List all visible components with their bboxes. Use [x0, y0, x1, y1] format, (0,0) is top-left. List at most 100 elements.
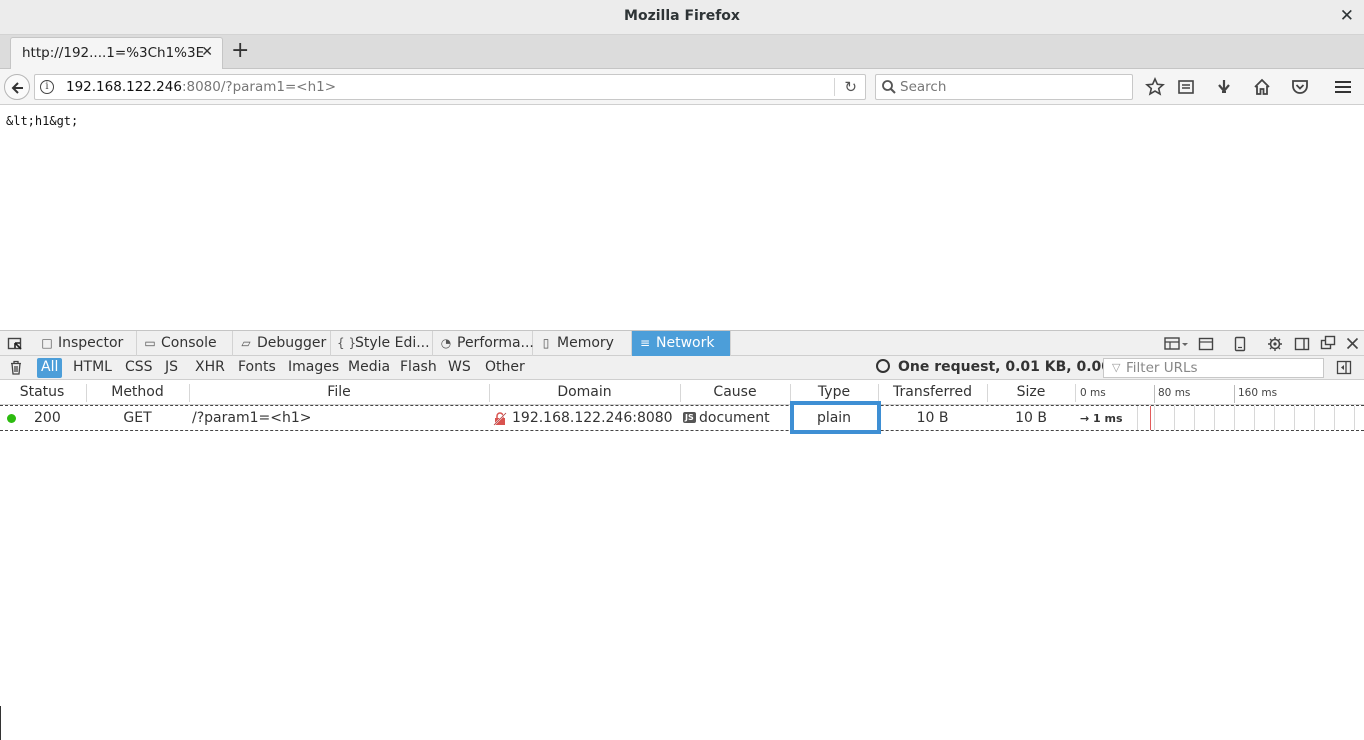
tab-label: Inspector [58, 335, 124, 351]
devtools-close-icon[interactable] [1346, 337, 1359, 350]
insecure-lock-icon [493, 412, 507, 426]
downloads-icon[interactable] [1214, 77, 1234, 97]
window-title: Mozilla Firefox [624, 8, 740, 24]
devtools-tab-inspector[interactable]: □ Inspector [34, 331, 137, 356]
cell-size: 10 B [1015, 410, 1047, 426]
cell-status: 200 [34, 410, 61, 426]
window-titlebar: Mozilla Firefox ✕ [0, 0, 1364, 35]
col-method[interactable]: Method [86, 384, 189, 400]
tab-label: Debugger [257, 335, 327, 351]
performance-icon: ◔ [440, 336, 452, 350]
frame-select-icon[interactable] [1164, 336, 1188, 352]
responsive-design-icon[interactable] [1232, 336, 1248, 352]
timing-grid-line [1354, 406, 1355, 430]
timeline-tick: 0 ms [1080, 387, 1106, 399]
filter-all[interactable]: All [37, 358, 63, 378]
url-separator [834, 78, 835, 96]
url-bar[interactable]: i 192.168.122.246:8080/?param1=<h1> ↻ [34, 74, 866, 100]
col-divider [1075, 384, 1076, 402]
timeline-tick: 160 ms [1238, 387, 1278, 399]
tab-close-icon[interactable]: ✕ [201, 44, 213, 60]
timing-grid-line [1314, 406, 1315, 430]
split-console-icon[interactable] [1198, 336, 1214, 352]
window-close-icon[interactable]: ✕ [1340, 6, 1354, 26]
nav-bar: i 192.168.122.246:8080/?param1=<h1> ↻ [0, 69, 1364, 105]
filter-js[interactable]: JS [161, 358, 182, 378]
filter-media[interactable]: Media [344, 358, 394, 378]
timing-grid-line [1294, 406, 1295, 430]
filter-urls-field[interactable]: ▽ [1103, 358, 1324, 378]
undock-window-icon[interactable] [1320, 335, 1336, 351]
tab-label: Style Edi... [355, 335, 430, 351]
col-type[interactable]: Type [790, 384, 878, 400]
col-domain[interactable]: Domain [489, 384, 680, 400]
memory-icon: ▯ [542, 336, 550, 350]
cell-method: GET [123, 410, 152, 426]
url-text[interactable]: 192.168.122.246:8080/?param1=<h1> [66, 79, 336, 95]
new-tab-icon[interactable]: + [231, 39, 249, 63]
filter-fonts[interactable]: Fonts [234, 358, 280, 378]
filter-funnel-icon: ▽ [1112, 361, 1121, 374]
home-icon[interactable] [1252, 77, 1272, 97]
devtools-tab-memory[interactable]: ▯ Memory [533, 331, 632, 356]
back-button[interactable] [4, 74, 30, 100]
browser-tab[interactable]: http://192....1=%3Ch1%3E ✕ [10, 37, 223, 69]
page-content: &lt;h1&gt; [0, 106, 1364, 330]
tab-title: http://192....1=%3Ch1%3E [22, 45, 205, 61]
tab-strip: http://192....1=%3Ch1%3E ✕ + [0, 35, 1364, 69]
filter-xhr[interactable]: XHR [191, 358, 229, 378]
filter-urls-input[interactable] [1126, 360, 1316, 376]
style-editor-icon: { } [337, 336, 357, 350]
clear-trash-icon[interactable] [9, 360, 23, 375]
filter-other[interactable]: Other [481, 358, 529, 378]
filter-html[interactable]: HTML [69, 358, 116, 378]
devtools-tab-console[interactable]: ▭ Console [137, 331, 233, 356]
search-input[interactable] [900, 78, 1120, 96]
filter-flash[interactable]: Flash [396, 358, 441, 378]
bookmark-star-icon[interactable] [1145, 77, 1165, 97]
devtools-toolbar: □ Inspector ▭ Console ▱ Debugger { }Style E… [0, 330, 1364, 356]
search-bar[interactable] [875, 74, 1133, 100]
filter-images[interactable]: Images [284, 358, 343, 378]
bookmarks-menu-icon[interactable] [1176, 77, 1196, 97]
devtools-tab-network[interactable]: ≡ Network [632, 331, 731, 356]
pocket-icon[interactable] [1290, 77, 1310, 97]
reload-icon[interactable]: ↻ [844, 78, 857, 96]
network-icon: ≡ [639, 336, 651, 350]
timing-grid-line [1254, 406, 1255, 430]
site-info-icon[interactable]: i [40, 80, 54, 94]
devtools-tab-debugger[interactable]: ▱ Debugger [233, 331, 331, 356]
timeline-tick-line [1234, 385, 1235, 403]
load-marker-line [1150, 406, 1151, 430]
element-picker-icon[interactable] [7, 336, 23, 352]
cell-cause: document [699, 410, 770, 426]
dock-side-icon[interactable] [1294, 336, 1310, 352]
tab-label: Console [161, 335, 217, 351]
devtools-tab-style-editor[interactable]: { }Style Edi... [331, 331, 433, 356]
timing-grid-line [1194, 406, 1195, 430]
reload-summary-icon[interactable] [876, 359, 890, 373]
inspector-icon: □ [41, 336, 53, 350]
col-size[interactable]: Size [987, 384, 1075, 400]
devtools-tab-performance[interactable]: ◔ Performa... [433, 331, 534, 356]
js-badge-icon: JS [683, 412, 696, 423]
timing-grid-line [1274, 406, 1275, 430]
table-row[interactable]: 200 GET /?param1=<h1> 192.168.122.246:80… [0, 401, 1364, 434]
page-body-text: &lt;h1&gt; [6, 114, 79, 128]
col-transferred[interactable]: Transferred [878, 384, 987, 400]
timeline-tick-line [1154, 385, 1155, 403]
col-cause[interactable]: Cause [680, 384, 790, 400]
hamburger-menu-icon[interactable] [1333, 77, 1353, 97]
timing-grid-line [1234, 406, 1235, 430]
window-edge [0, 706, 1, 740]
filter-ws[interactable]: WS [444, 358, 475, 378]
timing-grid-line [1154, 406, 1155, 430]
timing-grid-line [1137, 406, 1138, 430]
filter-css[interactable]: CSS [121, 358, 157, 378]
col-file[interactable]: File [189, 384, 489, 400]
tab-label: Network [656, 335, 715, 351]
col-status[interactable]: Status [8, 384, 76, 400]
settings-gear-icon[interactable] [1267, 336, 1283, 352]
cell-type: plain [816, 410, 852, 426]
toggle-sidebar-icon[interactable] [1336, 360, 1352, 375]
